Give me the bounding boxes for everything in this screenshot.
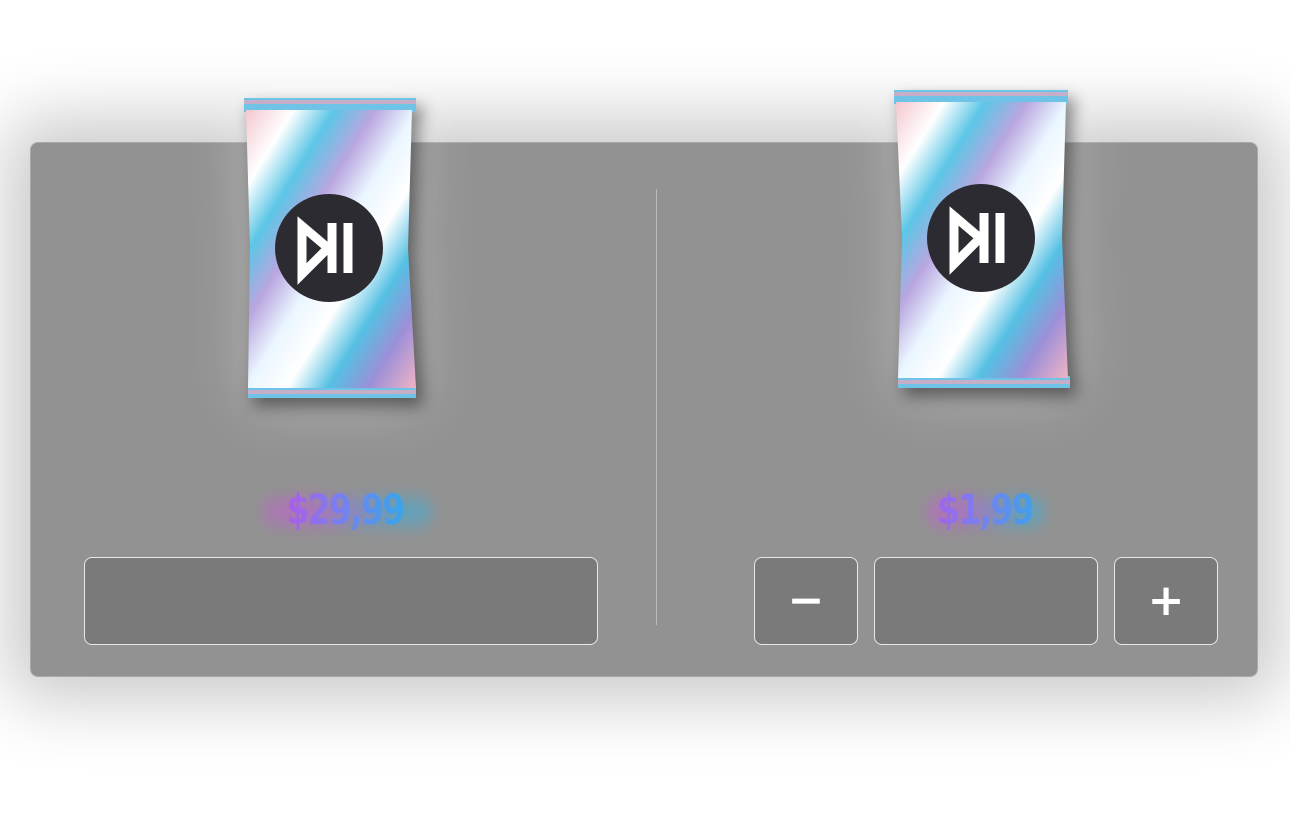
price-label: $29,99 (263, 480, 427, 540)
card-pack-image (892, 88, 1072, 392)
column-divider (656, 189, 657, 625)
minus-icon: − (787, 575, 825, 626)
plus-icon: + (1147, 575, 1185, 626)
increment-button[interactable]: + (1114, 557, 1218, 645)
card-pack-image (240, 98, 420, 400)
price-label: $1,99 (903, 480, 1067, 540)
buy-button[interactable] (84, 557, 598, 645)
quantity-field[interactable] (874, 557, 1098, 645)
card-pack-graphic (244, 98, 416, 398)
card-pack-graphic (894, 90, 1070, 388)
decrement-button[interactable]: − (754, 557, 858, 645)
